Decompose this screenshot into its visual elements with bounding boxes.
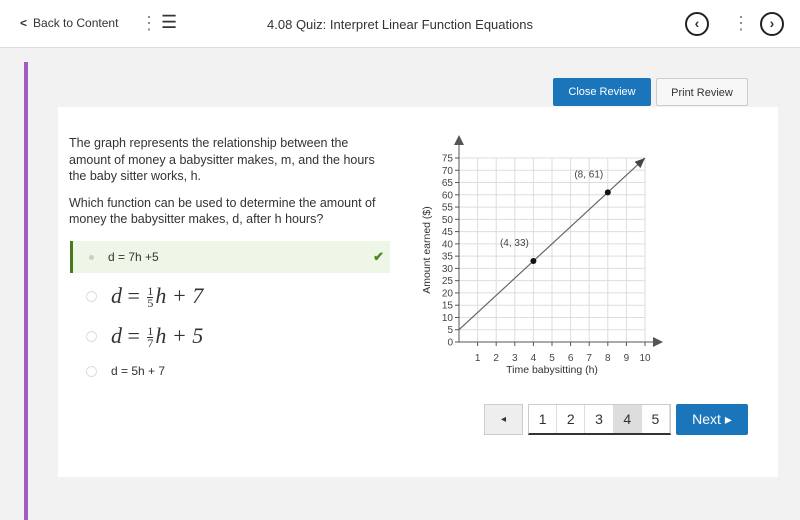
- page-4-button[interactable]: 4: [613, 405, 642, 433]
- radio-button[interactable]: [86, 290, 97, 302]
- question-prompt: Which function can be used to determine …: [69, 195, 376, 227]
- checkmark-icon: ✔: [373, 249, 384, 264]
- page-5-button[interactable]: 5: [642, 405, 671, 433]
- previous-activity-button[interactable]: ‹: [685, 12, 709, 36]
- previous-page-button[interactable]: ◂: [484, 404, 523, 435]
- section-indicator-bar: [24, 62, 28, 520]
- answer-option-3[interactable]: d = 17h + 5: [70, 319, 390, 353]
- answer-option-1[interactable]: d = 7h +5 ✔: [70, 241, 390, 273]
- page-title: 4.08 Quiz: Interpret Linear Function Equ…: [267, 17, 533, 32]
- page-1-button[interactable]: 1: [529, 405, 558, 433]
- hamburger-menu-icon[interactable]: ☰: [161, 12, 177, 33]
- next-activity-button[interactable]: ›: [760, 12, 784, 36]
- page-2-button[interactable]: 2: [557, 405, 586, 433]
- radio-selected[interactable]: [89, 254, 94, 260]
- radio-button[interactable]: [86, 365, 97, 377]
- page-selector: 12345: [528, 404, 671, 435]
- print-review-button[interactable]: Print Review: [656, 78, 748, 106]
- answer-option-2[interactable]: d = 15h + 7: [70, 279, 390, 313]
- next-button[interactable]: Next ▸: [676, 404, 748, 435]
- close-review-button[interactable]: Close Review: [553, 78, 651, 106]
- page-3-button[interactable]: 3: [585, 405, 614, 433]
- question-paragraph: The graph represents the relationship be…: [69, 136, 375, 183]
- back-to-content-link[interactable]: < Back to Content: [20, 16, 118, 30]
- question-text: The graph represents the relationship be…: [69, 135, 389, 238]
- more-vertical-icon[interactable]: ⋮: [140, 12, 158, 34]
- more-vertical-icon[interactable]: ⋮: [732, 12, 750, 34]
- chevron-left-icon: <: [20, 16, 28, 30]
- answer-option-4[interactable]: d = 5h + 7: [70, 361, 390, 381]
- radio-button[interactable]: [86, 330, 97, 342]
- top-bar: < Back to Content ⋮ ☰ 4.08 Quiz: Interpre…: [0, 0, 800, 48]
